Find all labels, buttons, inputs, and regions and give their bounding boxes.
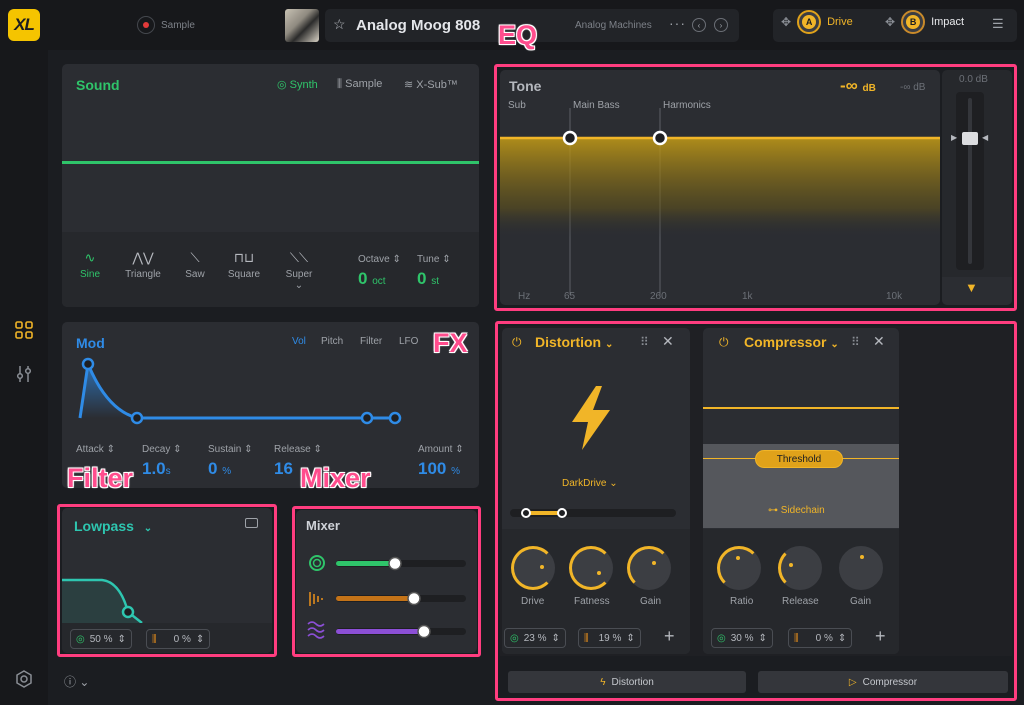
mixer-sliders-icon[interactable] [14,364,34,384]
macro-b-knob[interactable]: B [901,10,926,34]
tab-sample[interactable]: ⫼ Sample [337,78,382,91]
tune-value[interactable]: 0 st [417,269,439,289]
eq-annotation: EQ [498,20,538,50]
sample-label: Sample [161,19,195,31]
macro-b-label: Impact [931,16,965,28]
sample-record-button[interactable]: Sample [137,14,201,36]
drag-handle-icon[interactable]: ✥ [781,15,791,29]
wave-saw[interactable]: ⟍ Saw [181,250,209,280]
chevron-down-icon[interactable]: ⌄ [282,280,316,291]
mixer-annotation: Mixer [300,463,371,493]
square-wave-icon: ⊓⊔ [233,250,255,265]
record-icon [137,16,155,34]
grid-view-icon[interactable] [14,320,34,340]
decay-value[interactable]: 1.0s [142,459,171,479]
macro-a-knob[interactable]: A [797,10,822,34]
octave-value[interactable]: 0 oct [358,269,386,289]
filter-annotation: Filter [67,463,134,493]
previous-preset-icon[interactable]: ‹ [692,18,706,32]
attack-label: Attack ⇕ [76,444,115,455]
x-sub-icon: ≋ [404,79,414,91]
wave-square[interactable]: ⊓⊔ Square [225,250,263,280]
sample-icon: ⫼ [337,78,343,90]
wave-triangle[interactable]: ⋀⋁ Triangle [120,250,166,280]
amount-label: Amount ⇕ [418,444,464,455]
help-icon[interactable]: ⓘ ⌄ [64,673,89,690]
sidebar [0,50,48,705]
drag-handle-icon[interactable]: ✥ [885,15,895,29]
triangle-wave-icon: ⋀⋁ [132,250,154,265]
next-preset-icon[interactable]: › [714,18,728,32]
decay-label: Decay ⇕ [142,444,182,455]
macro-a-label: Drive [827,16,853,28]
preset-artwork[interactable] [285,9,319,42]
release-value[interactable]: 16 [274,459,293,479]
macro-b-impact[interactable]: ✥ B Impact [885,10,964,34]
filter-highlight-box [57,504,277,657]
saw-wave-icon: ⟍ [190,250,200,265]
tab-x-sub[interactable]: ≋ X-Sub™ [404,78,458,91]
settings-gear-icon[interactable] [14,669,34,689]
super-wave-icon: ⟍⟍ [289,250,309,265]
release-label: Release ⇕ [274,444,322,455]
favorite-star-icon[interactable]: ☆ [333,16,346,33]
sine-icon: ∿ [84,250,96,265]
sustain-label: Sustain ⇕ [208,444,253,455]
eq-highlight-box [494,64,1017,311]
preset-bank[interactable]: Analog Machines [575,20,652,31]
wave-sine[interactable]: ∿ Sine [76,250,104,280]
wave-super[interactable]: ⟍⟍ Super ⌄ [282,250,316,291]
fx-annotation: FX [433,328,468,358]
app-logo: XL [8,9,40,41]
more-options-icon[interactable]: ··· [669,15,686,31]
octave-label: Octave ⇕ [358,254,401,265]
synth-icon: ◎ [277,79,287,91]
fx-highlight-box [495,321,1017,701]
amount-value[interactable]: 100 % [418,459,460,479]
macro-a-drive[interactable]: ✥ A Drive [781,10,853,34]
sound-title: Sound [76,77,120,93]
preset-name[interactable]: Analog Moog 808 [356,17,480,34]
waveform-display [62,161,479,164]
list-menu-icon[interactable]: ☰ [992,16,1004,32]
sustain-value[interactable]: 0 % [208,459,231,479]
tab-synth[interactable]: ◎ Synth [277,78,318,91]
sound-panel: Sound ◎ Synth ⫼ Sample ≋ X-Sub™ ∿ Sine ⋀… [62,64,479,307]
tune-label: Tune ⇕ [417,254,451,265]
mixer-highlight-box [292,506,481,657]
